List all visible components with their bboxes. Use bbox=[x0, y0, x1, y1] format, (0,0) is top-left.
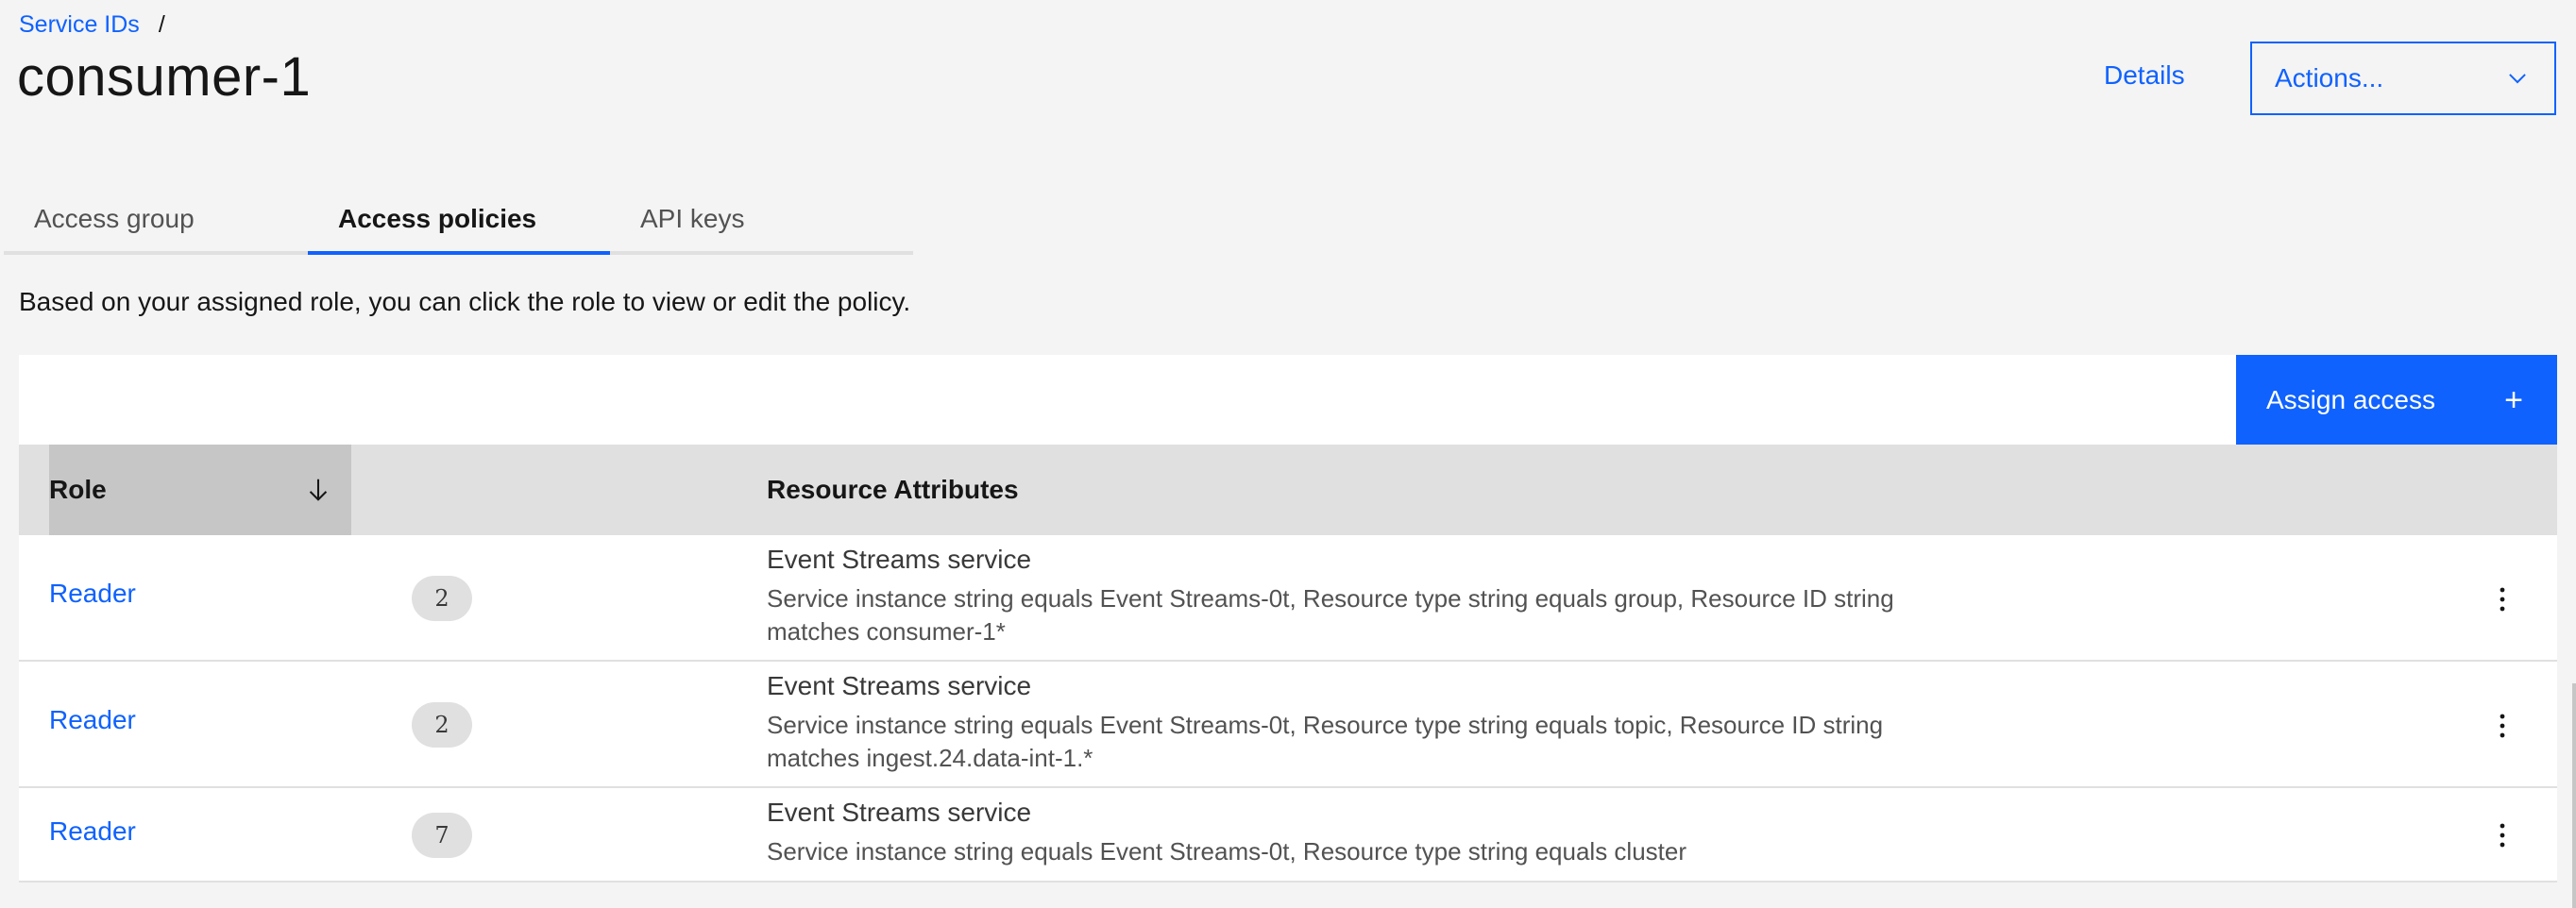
resource-description: Service instance string equals Event Str… bbox=[767, 835, 1994, 868]
row-overflow-menu-button[interactable] bbox=[2483, 816, 2521, 854]
role-link[interactable]: Reader bbox=[49, 705, 136, 735]
resource-attributes-cell: Event Streams service Service instance s… bbox=[767, 543, 1994, 648]
breadcrumb: Service IDs / bbox=[19, 11, 165, 39]
page-title: consumer-1 bbox=[17, 46, 312, 108]
overflow-menu-vertical-icon bbox=[2500, 714, 2505, 738]
resource-description-line: Service instance string equals Event Str… bbox=[767, 711, 1884, 739]
resource-description-line: matches ingest.24.data-int-1.* bbox=[767, 744, 1093, 772]
resource-description-line: matches consumer-1* bbox=[767, 617, 1006, 646]
row-overflow-menu-button[interactable] bbox=[2483, 580, 2521, 618]
resource-title: Event Streams service bbox=[767, 798, 1032, 827]
actions-dropdown[interactable]: Actions... bbox=[2250, 42, 2556, 115]
column-header-resource-attributes: Resource Attributes bbox=[767, 475, 1019, 504]
table-header: Role Resource Attributes bbox=[19, 445, 2557, 535]
column-header-role[interactable]: Role bbox=[49, 445, 351, 535]
count-tag: 2 bbox=[412, 576, 472, 621]
chevron-down-icon bbox=[2509, 74, 2526, 84]
resource-description-line: Service instance string equals Event Str… bbox=[767, 837, 1687, 866]
row-overflow-menu-button[interactable] bbox=[2483, 707, 2521, 745]
count-tag: 2 bbox=[412, 702, 472, 748]
overflow-menu-vertical-icon bbox=[2500, 587, 2505, 612]
resource-title: Event Streams service bbox=[767, 671, 1032, 700]
assign-access-button[interactable]: Assign access + bbox=[2236, 355, 2557, 445]
overflow-menu-vertical-icon bbox=[2500, 823, 2505, 848]
table-row: Reader 7 Event Streams service Service i… bbox=[19, 788, 2557, 883]
plus-icon: + bbox=[2504, 381, 2523, 418]
table-row: Reader 2 Event Streams service Service i… bbox=[19, 662, 2557, 788]
actions-dropdown-label: Actions... bbox=[2275, 63, 2384, 92]
column-header-role-label: Role bbox=[49, 475, 107, 504]
role-link[interactable]: Reader bbox=[49, 816, 136, 847]
resource-title: Event Streams service bbox=[767, 545, 1032, 574]
role-link[interactable]: Reader bbox=[49, 579, 136, 609]
table-row: Reader 2 Event Streams service Service i… bbox=[19, 535, 2557, 662]
resource-description: Service instance string equals Event Str… bbox=[767, 582, 1994, 648]
tab-access-policies[interactable]: Access policies bbox=[308, 187, 610, 255]
tab-access-group[interactable]: Access group bbox=[4, 187, 308, 251]
resource-attributes-cell: Event Streams service Service instance s… bbox=[767, 796, 1994, 868]
breadcrumb-separator: / bbox=[158, 11, 165, 38]
assign-access-label: Assign access bbox=[2266, 384, 2435, 414]
scrollbar[interactable] bbox=[2572, 683, 2576, 908]
count-tag: 7 bbox=[412, 813, 472, 858]
helper-text: Based on your assigned role, you can cli… bbox=[19, 287, 911, 316]
details-link[interactable]: Details bbox=[2104, 60, 2185, 91]
tab-list: Access group Access policies API keys bbox=[4, 187, 913, 255]
resource-description-line: Service instance string equals Event Str… bbox=[767, 584, 1894, 613]
policies-table: Assign access + Role Resource Attributes… bbox=[19, 355, 2557, 883]
table-toolbar: Assign access + bbox=[19, 355, 2557, 445]
resource-attributes-cell: Event Streams service Service instance s… bbox=[767, 669, 1994, 775]
tab-api-keys[interactable]: API keys bbox=[610, 187, 913, 251]
page: Service IDs / consumer-1 Details Actions… bbox=[0, 0, 2576, 908]
resource-description: Service instance string equals Event Str… bbox=[767, 709, 1994, 775]
arrow-down-icon bbox=[309, 479, 328, 501]
breadcrumb-link-service-ids[interactable]: Service IDs bbox=[19, 11, 140, 39]
